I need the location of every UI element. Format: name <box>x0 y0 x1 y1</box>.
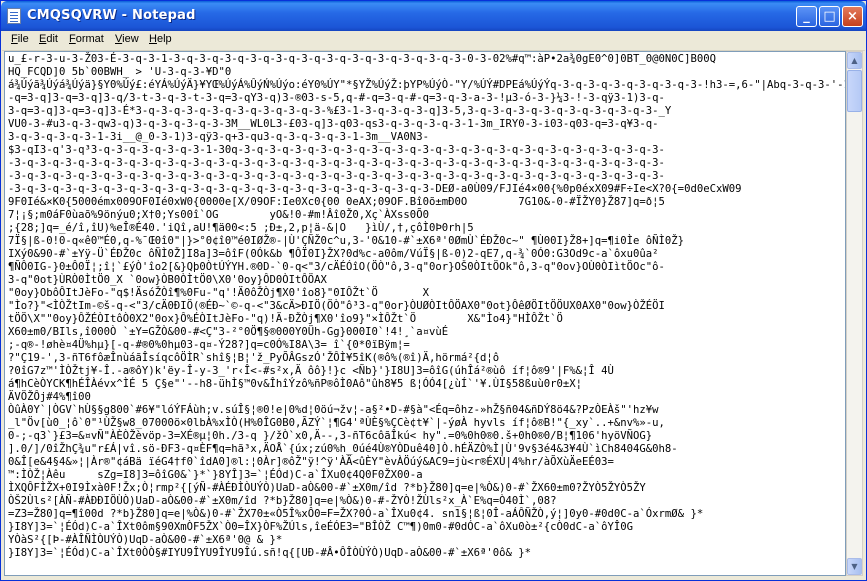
vertical-scrollbar[interactable]: ▲ ▼ <box>846 51 863 576</box>
menu-help[interactable]: Help <box>149 33 172 45</box>
menu-view[interactable]: View <box>115 33 139 45</box>
scroll-up-button[interactable]: ▲ <box>847 52 862 69</box>
maximize-button[interactable]: □ <box>819 6 840 27</box>
menu-bar: File Edit Format View Help <box>2 31 865 51</box>
title-bar[interactable]: CMQSQVRW - Notepad _ □ × <box>1 1 866 31</box>
close-button[interactable]: × <box>842 6 863 27</box>
menu-file[interactable]: File <box>11 33 29 45</box>
menu-edit[interactable]: Edit <box>39 33 58 45</box>
text-editor[interactable]: u_£-r-3-u-3-Ž03-É-3-q-3-1-3-q-3-q-3-q-3-… <box>4 51 846 576</box>
scroll-down-button[interactable]: ▼ <box>847 558 862 575</box>
menu-format[interactable]: Format <box>69 33 104 45</box>
window-title: CMQSQVRW - Notepad <box>27 8 196 23</box>
scroll-thumb[interactable] <box>847 70 862 112</box>
notepad-app-icon[interactable] <box>7 8 21 24</box>
notepad-window: CMQSQVRW - Notepad _ □ × File Edit Forma… <box>0 0 867 581</box>
document-text[interactable]: u_£-r-3-u-3-Ž03-É-3-q-3-1-3-q-3-q-3-q-3-… <box>8 53 845 560</box>
minimize-button[interactable]: _ <box>796 6 817 27</box>
